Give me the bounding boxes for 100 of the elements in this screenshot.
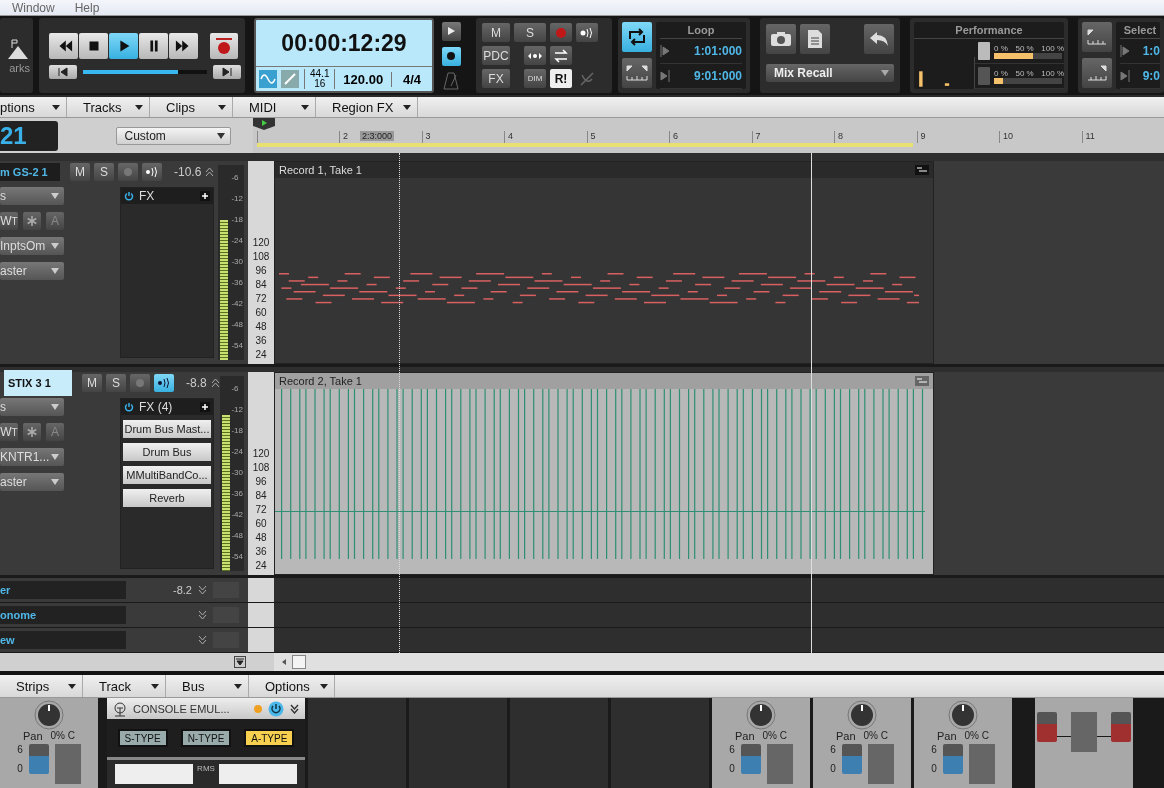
fx-button[interactable]: FX: [482, 69, 510, 89]
waveform-icon[interactable]: [258, 69, 278, 90]
expand-arrows-icon[interactable]: [198, 610, 207, 620]
volume-value[interactable]: -8.2: [132, 584, 192, 596]
horizontal-scrollbar[interactable]: [274, 653, 1164, 671]
plus-icon[interactable]: [200, 402, 210, 412]
record-mode-button[interactable]: [441, 46, 461, 66]
loop-start-time[interactable]: 1:01:000: [693, 44, 742, 59]
solo-button[interactable]: S: [106, 374, 126, 392]
flag-mountain-icon[interactable]: [6, 37, 30, 60]
swap-button[interactable]: [550, 46, 572, 66]
snapshot-button[interactable]: [766, 24, 796, 55]
pan-knob[interactable]: [746, 700, 776, 730]
preset-dropdown[interactable]: Custom: [115, 126, 231, 145]
rewind-button[interactable]: [49, 32, 78, 59]
tempo-value[interactable]: 120.00: [335, 71, 392, 87]
ruler-button[interactable]: [622, 58, 652, 89]
play-small-button[interactable]: [441, 21, 461, 41]
play-button[interactable]: [109, 32, 138, 59]
timeline-ruler[interactable]: 2 2:3:000 3 4 5 6 7 8 9 10 11: [252, 118, 1164, 153]
volume-value[interactable]: -8.8: [186, 376, 207, 390]
collapse-arrows-icon[interactable]: [290, 703, 299, 714]
select-start-time[interactable]: 1:0: [1142, 44, 1160, 59]
console-type-button[interactable]: A-TYPE: [244, 729, 295, 747]
output-dropdown[interactable]: aster: [0, 473, 64, 491]
solo-button[interactable]: S: [94, 163, 114, 181]
undo-button[interactable]: [864, 24, 894, 55]
input-echo-button[interactable]: [142, 163, 162, 181]
volume-fader[interactable]: [740, 744, 761, 774]
go-to-start-button[interactable]: [49, 64, 77, 79]
mute-all-button[interactable]: M: [482, 23, 510, 43]
console-menu[interactable]: Strips: [0, 675, 83, 697]
fx-plugin-slot[interactable]: Reverb: [123, 489, 211, 507]
collapse-icon[interactable]: [234, 656, 246, 668]
fx-plugin-slot[interactable]: MMultiBandCo...: [123, 466, 211, 484]
fast-forward-button[interactable]: [169, 32, 198, 59]
fx-plugin-slot[interactable]: Drum Bus Mast...: [123, 420, 211, 438]
input-dropdown[interactable]: s: [0, 398, 64, 416]
input-echo-button[interactable]: [576, 23, 598, 43]
output-dropdown[interactable]: aster: [0, 262, 64, 280]
dim-button[interactable]: DIM: [524, 69, 546, 89]
input-echo-button[interactable]: [154, 374, 174, 392]
input-port-dropdown[interactable]: InptsOm: [0, 237, 64, 255]
solo-override-button[interactable]: [524, 46, 546, 66]
go-to-end-button[interactable]: [213, 64, 241, 79]
bus-name-field[interactable]: er: [0, 581, 126, 599]
asterisk-button[interactable]: [23, 423, 41, 441]
volume-fader[interactable]: [942, 744, 963, 774]
document-button[interactable]: [800, 24, 830, 55]
loop-end-time[interactable]: 9:01:000: [693, 69, 742, 84]
pan-knob[interactable]: [847, 700, 877, 730]
asterisk-button[interactable]: [23, 212, 41, 230]
view-menu[interactable]: Tracks: [67, 97, 150, 118]
volume-fader[interactable]: [28, 744, 49, 774]
midi-clip[interactable]: Record 2, Take 1: [274, 372, 934, 575]
solo-all-button[interactable]: S: [514, 23, 546, 43]
mute-button[interactable]: M: [70, 163, 90, 181]
pause-button[interactable]: [139, 32, 168, 59]
select-start-button[interactable]: [1082, 22, 1112, 53]
clip-menu-icon[interactable]: [915, 165, 929, 175]
menu-item[interactable]: Window: [12, 0, 55, 15]
fx-plugin-slot[interactable]: Drum Bus: [123, 443, 211, 461]
position-slider[interactable]: [83, 69, 207, 74]
power-icon[interactable]: [124, 402, 134, 412]
console-menu[interactable]: Bus: [166, 675, 249, 697]
mute-button[interactable]: M: [82, 374, 102, 392]
console-menu[interactable]: Track: [83, 675, 166, 697]
power-icon[interactable]: [124, 191, 134, 201]
recall-button[interactable]: R!: [550, 69, 572, 89]
select-end-time[interactable]: 9:0: [1142, 69, 1160, 84]
view-menu[interactable]: MIDI: [233, 97, 316, 118]
mix-recall-dropdown[interactable]: Mix Recall: [766, 64, 894, 83]
expand-arrows-icon[interactable]: [198, 635, 207, 645]
record-button[interactable]: [210, 32, 238, 59]
loop-button[interactable]: [622, 22, 652, 53]
menu-item[interactable]: Help: [74, 0, 100, 15]
metronome-icon[interactable]: [443, 72, 459, 91]
plus-icon[interactable]: [200, 191, 210, 201]
view-menu[interactable]: Region FX: [316, 97, 419, 118]
scroll-left-icon[interactable]: [280, 658, 288, 666]
input-port-dropdown[interactable]: KNTR1...: [0, 448, 64, 466]
expand-arrows-icon[interactable]: [205, 167, 215, 177]
pan-knob[interactable]: [34, 700, 64, 730]
pan-knob[interactable]: [948, 700, 978, 730]
view-menu[interactable]: Clips: [150, 97, 233, 118]
console-type-button[interactable]: N-TYPE: [181, 729, 231, 747]
input-dropdown[interactable]: s: [0, 187, 64, 205]
power-icon[interactable]: [268, 700, 284, 717]
track-name-field[interactable]: STIX 3 1: [4, 370, 72, 396]
console-type-button[interactable]: S-TYPE: [117, 729, 168, 747]
clip-menu-icon[interactable]: [915, 376, 929, 386]
view-menu[interactable]: ptions: [0, 97, 67, 118]
scroll-thumb[interactable]: [292, 655, 306, 669]
midi-clip[interactable]: Record 1, Take 1: [274, 161, 934, 364]
volume-fader[interactable]: [841, 744, 862, 774]
select-end-button[interactable]: [1082, 58, 1112, 89]
pdc-button[interactable]: PDC: [482, 46, 510, 66]
track-name-field[interactable]: m GS-2 1: [0, 163, 60, 181]
expand-arrows-icon[interactable]: [210, 378, 220, 388]
bus-name-field[interactable]: onome: [0, 606, 126, 624]
